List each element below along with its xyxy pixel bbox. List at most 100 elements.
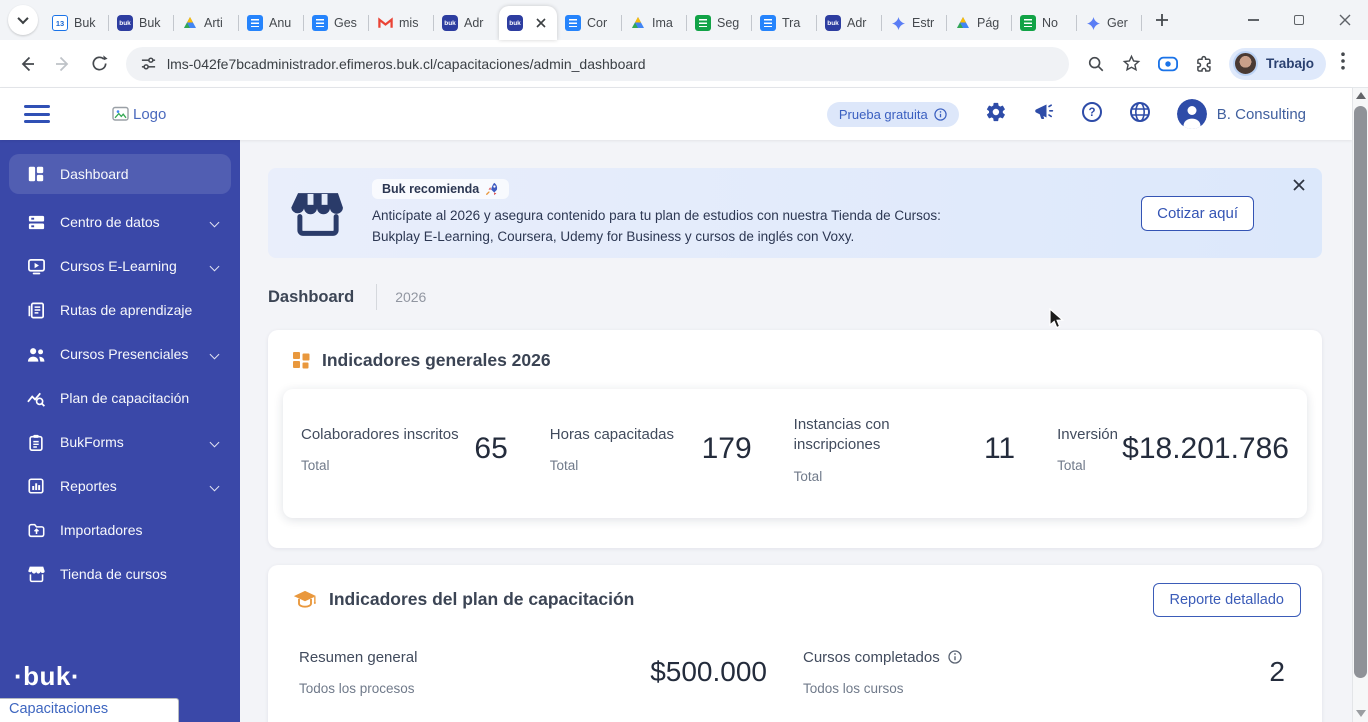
browser-tab[interactable]: Seg [687, 6, 752, 40]
maximize-button[interactable] [1276, 0, 1322, 40]
sidebar-item-importadores[interactable]: Importadores [0, 508, 240, 552]
minimize-button[interactable] [1230, 0, 1276, 40]
page-scrollbar[interactable] [1352, 88, 1368, 722]
browser-tab[interactable]: Ima [622, 6, 687, 40]
settings-button[interactable] [985, 101, 1007, 128]
breadcrumb-current[interactable]: Dashboard [268, 288, 354, 307]
card-title: Indicadores del plan de capacitación [329, 589, 634, 610]
browser-tab-active[interactable]: buk [499, 6, 557, 40]
store-icon [26, 564, 46, 584]
site-info-icon[interactable] [140, 55, 157, 72]
extensions-button[interactable] [1187, 47, 1221, 81]
tab-title: Estr [912, 16, 939, 30]
docs-favicon [760, 15, 776, 31]
sidebar-item-cursos-elearning[interactable]: Cursos E-Learning [0, 244, 240, 288]
sidebar-item-rutas-de-aprendizaje[interactable]: Rutas de aprendizaje [0, 288, 240, 332]
scroll-down-arrow[interactable] [1356, 710, 1366, 717]
close-window-button[interactable] [1322, 0, 1368, 40]
sheets-favicon [1020, 15, 1036, 31]
tab-close-icon[interactable] [533, 15, 549, 31]
bookmark-button[interactable] [1115, 47, 1149, 81]
stat-value: 2 [1269, 656, 1285, 688]
buk-favicon: buk [442, 15, 458, 31]
browser-tab[interactable]: Pág [947, 6, 1012, 40]
browser-tab[interactable]: Ges [304, 6, 369, 40]
browser-tab[interactable]: Tra [752, 6, 817, 40]
language-button[interactable] [1129, 101, 1151, 128]
media-control-button[interactable] [1151, 47, 1185, 81]
sidebar-item-reportes[interactable]: Reportes [0, 464, 240, 508]
sidebar-item-centro-de-datos[interactable]: Centro de datos [0, 200, 240, 244]
rocket-icon [485, 182, 499, 196]
browser-tab[interactable]: buk Adr [434, 6, 499, 40]
reports-icon [26, 476, 46, 496]
announcements-button[interactable] [1033, 101, 1055, 128]
browser-tab[interactable]: Ger [1077, 6, 1142, 40]
browser-tab[interactable]: buk Buk [109, 6, 174, 40]
tab-title: mis [399, 16, 426, 30]
app-logo[interactable]: Logo [112, 106, 166, 123]
back-button[interactable] [10, 47, 44, 81]
sidebar-item-tienda-de-cursos[interactable]: Tienda de cursos [0, 552, 240, 596]
stat-cursos-completados: Cursos completados Todos los cursos 2 [803, 649, 1307, 696]
puzzle-icon [1195, 55, 1213, 73]
browser-profile-chip[interactable]: Trabajo [1229, 48, 1326, 80]
clipboard-icon [26, 432, 46, 452]
cotizar-button[interactable]: Cotizar aquí [1141, 196, 1254, 231]
training-plan-icon [26, 388, 46, 408]
buk-favicon: buk [825, 15, 841, 31]
sidebar-item-cursos-presenciales[interactable]: Cursos Presenciales [0, 332, 240, 376]
browser-tab[interactable]: Cor [557, 6, 622, 40]
zoom-button[interactable] [1079, 47, 1113, 81]
plan-indicators-card: Indicadores del plan de capacitación Rep… [268, 565, 1322, 722]
maximize-icon [1294, 15, 1304, 25]
browser-tab[interactable]: mis [369, 6, 434, 40]
browser-tab[interactable]: Anu [239, 6, 304, 40]
scrollbar-thumb[interactable] [1354, 106, 1367, 678]
info-icon[interactable] [948, 650, 962, 664]
reload-button[interactable] [82, 47, 116, 81]
main-content: Buk recomienda Anticípate al 2026 y aseg… [240, 140, 1352, 722]
docs-favicon [565, 15, 581, 31]
sidebar-item-dashboard[interactable]: Dashboard [9, 154, 231, 194]
storefront-icon [286, 184, 350, 242]
calendar-favicon: 13 [52, 15, 68, 31]
gemini-favicon [1085, 15, 1101, 31]
browser-tab[interactable]: 13 Buk [44, 6, 109, 40]
browser-tab[interactable]: No [1012, 6, 1077, 40]
trial-badge[interactable]: Prueba gratuita [827, 102, 959, 127]
graduation-cap-icon [293, 590, 317, 609]
docs-favicon [247, 15, 263, 31]
tab-title: Cor [587, 16, 614, 30]
help-button[interactable]: ? [1081, 101, 1103, 128]
reload-icon [90, 54, 109, 73]
banner-close-button[interactable] [1292, 178, 1308, 194]
app-header: Logo Prueba gratuita ? B. Consulting [0, 88, 1352, 140]
sidebar-item-plan-de-capacitacion[interactable]: Plan de capacitación [0, 376, 240, 420]
browser-tab[interactable]: Arti [174, 6, 239, 40]
chevron-down-icon [210, 349, 220, 359]
forward-arrow-icon [53, 54, 73, 74]
new-tab-button[interactable] [1148, 6, 1176, 34]
browser-tab[interactable]: Estr [882, 6, 947, 40]
tab-search-button[interactable] [8, 5, 38, 35]
browser-tab[interactable]: buk Adr [817, 6, 882, 40]
stat-value: 179 [702, 432, 752, 466]
breadcrumb-period[interactable]: 2026 [395, 289, 426, 305]
address-bar[interactable]: lms-042fe7bcadministrador.efimeros.buk.c… [126, 47, 1069, 81]
stat-value: $500.000 [650, 656, 767, 688]
browser-menu-button[interactable] [1328, 52, 1358, 75]
buk-favicon: buk [117, 15, 133, 31]
scroll-up-arrow[interactable] [1356, 92, 1366, 99]
account-menu[interactable]: B. Consulting [1177, 99, 1306, 129]
sidebar-item-bukforms[interactable]: BukForms [0, 420, 240, 464]
tab-strip: 13 Buk buk Buk Arti Anu Ges mis buk Adr … [0, 0, 1368, 40]
detailed-report-button[interactable]: Reporte detallado [1153, 583, 1301, 617]
learning-path-icon [26, 300, 46, 320]
forward-button[interactable] [46, 47, 80, 81]
profile-name: Trabajo [1266, 56, 1314, 71]
banner-text: Anticípate al 2026 y asegura contenido p… [372, 206, 1141, 247]
drive-favicon [630, 15, 646, 31]
menu-toggle-button[interactable] [24, 105, 50, 123]
stat-instancias: Instancias con inscripciones Total 11 [794, 415, 1057, 484]
